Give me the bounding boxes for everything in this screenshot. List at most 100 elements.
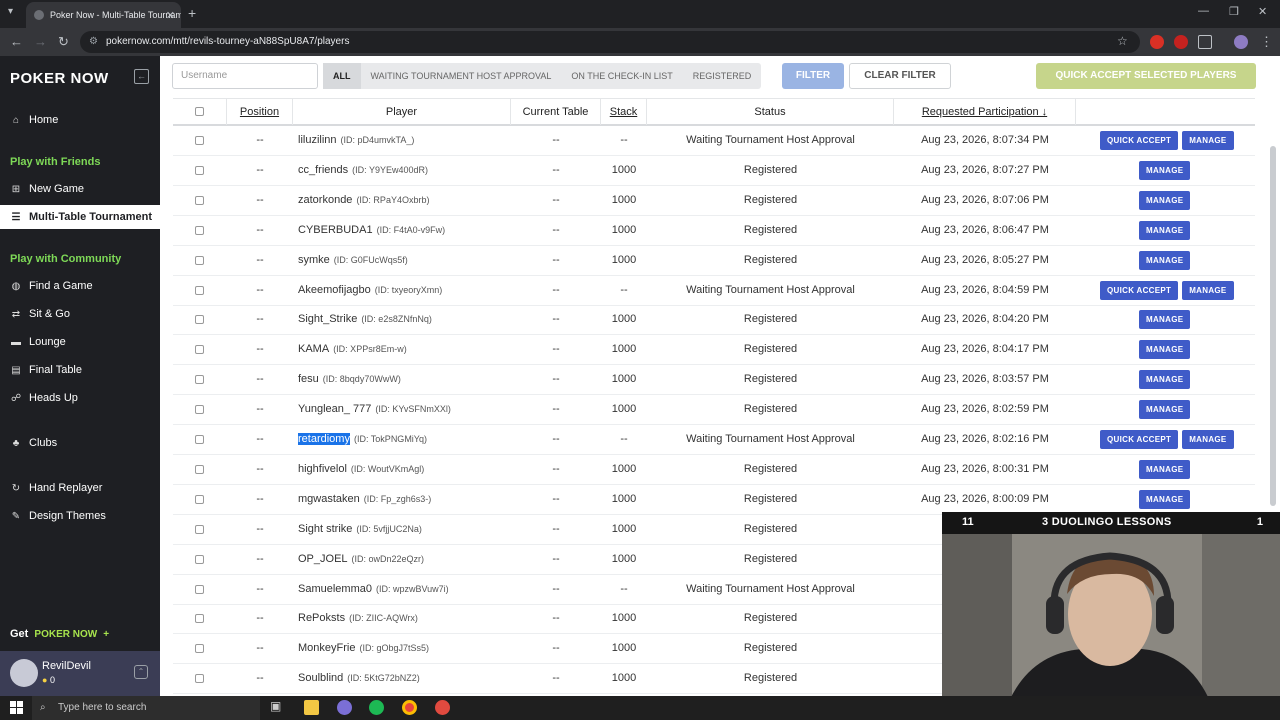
row-select-checkbox[interactable]: [195, 136, 204, 145]
sidebar-item-design-themes[interactable]: ✎ Design Themes: [0, 504, 160, 528]
windows-start-icon[interactable]: [10, 701, 23, 714]
manage-button[interactable]: MANAGE: [1139, 340, 1191, 360]
column-position[interactable]: Position: [227, 99, 293, 125]
extension-abp-icon[interactable]: [1150, 35, 1164, 49]
row-select-checkbox[interactable]: [195, 405, 204, 415]
row-select-checkbox[interactable]: [195, 644, 204, 654]
reload-icon[interactable]: ↻: [58, 34, 69, 50]
manage-button[interactable]: MANAGE: [1139, 190, 1191, 210]
column-requested[interactable]: Requested Participation ↓: [894, 99, 1076, 125]
sidebar-item-sit-go[interactable]: ⇄ Sit & Go: [0, 302, 160, 326]
sidebar-item-new-game[interactable]: ⊞ New Game: [0, 177, 160, 201]
user-panel[interactable]: RevilDevil ● 0 ⌃: [0, 651, 160, 696]
row-actions: MANAGE: [1139, 340, 1191, 360]
site-info-icon[interactable]: ⚙: [89, 31, 98, 53]
back-icon[interactable]: ←: [10, 34, 23, 49]
restore-icon[interactable]: ❐: [1229, 5, 1239, 18]
forward-icon[interactable]: →: [34, 34, 47, 49]
manage-button[interactable]: MANAGE: [1139, 489, 1191, 509]
spotify-icon[interactable]: [369, 700, 384, 715]
cell-player: KAMA (ID: XPPsr8Em-w): [298, 335, 511, 364]
row-select-checkbox[interactable]: [195, 614, 204, 624]
collapse-sidebar-icon[interactable]: ←: [134, 69, 149, 84]
url-field[interactable]: ⚙ pokernow.com/mtt/revils-tourney-aN88Sp…: [80, 31, 1140, 53]
row-select-checkbox[interactable]: [195, 435, 204, 444]
sidebar-item-mtt[interactable]: ☰ Multi-Table Tournament: [0, 205, 160, 229]
manage-button[interactable]: MANAGE: [1182, 430, 1234, 449]
extensions-icon[interactable]: [1198, 35, 1212, 49]
sidebar-item-lounge[interactable]: ▬ Lounge: [0, 330, 160, 354]
cell-table: --: [552, 582, 560, 595]
row-select-checkbox[interactable]: [195, 375, 204, 385]
player-name: Sight strike: [298, 522, 353, 535]
close-window-icon[interactable]: ✕: [1258, 5, 1267, 18]
quick-accept-selected-button[interactable]: QUICK ACCEPT SELECTED PLAYERS: [1036, 63, 1256, 89]
manage-button[interactable]: MANAGE: [1139, 370, 1191, 390]
browser-tab[interactable]: Poker Now - Multi-Table Tournament ✕: [26, 2, 181, 28]
manage-button[interactable]: MANAGE: [1182, 280, 1234, 300]
extension-red-icon[interactable]: [1174, 35, 1188, 49]
username-search-input[interactable]: Username: [172, 63, 318, 89]
bookmark-star-icon[interactable]: ☆: [1117, 34, 1128, 48]
filter-tab-registered[interactable]: REGISTERED: [683, 63, 762, 89]
close-tab-icon[interactable]: ✕: [166, 9, 175, 22]
row-select-checkbox[interactable]: [195, 315, 204, 325]
row-select-checkbox[interactable]: [195, 255, 204, 265]
cell-status: Registered: [743, 223, 798, 236]
row-select-checkbox[interactable]: [195, 584, 204, 594]
manage-button[interactable]: MANAGE: [1139, 310, 1191, 330]
manage-button[interactable]: MANAGE: [1139, 220, 1191, 240]
sidebar-item-clubs[interactable]: ♣ Clubs: [0, 431, 160, 455]
username: RevilDevil: [42, 660, 91, 672]
app-red-icon[interactable]: [435, 700, 450, 715]
get-pokernow-plus[interactable]: Get POKER NOW +: [10, 628, 109, 640]
filter-tab-all[interactable]: ALL: [323, 63, 361, 89]
filter-tab-waiting[interactable]: WAITING TOURNAMENT HOST APPROVAL: [361, 63, 562, 89]
row-select-checkbox[interactable]: [195, 674, 204, 684]
row-select-checkbox[interactable]: [195, 225, 204, 235]
tab-search-icon[interactable]: ▾: [8, 6, 13, 17]
row-select-checkbox[interactable]: [195, 494, 204, 504]
chrome-icon[interactable]: [402, 700, 417, 715]
expand-user-icon[interactable]: ⌃: [134, 665, 148, 679]
manage-button[interactable]: MANAGE: [1139, 250, 1191, 270]
row-select-checkbox[interactable]: [195, 524, 204, 534]
filter-button[interactable]: FILTER: [782, 63, 844, 89]
taskbar-search[interactable]: ⌕ Type here to search: [32, 696, 260, 720]
sidebar-item-home[interactable]: ⌂ Home: [0, 108, 160, 132]
select-all-checkbox[interactable]: [195, 107, 204, 116]
pokernow-logo[interactable]: POKER NOW: [10, 70, 109, 87]
player-id: (ID: 8bqdy70WwW): [322, 374, 401, 385]
browser-menu-icon[interactable]: ⋮: [1260, 34, 1273, 50]
cell-table: --: [552, 672, 560, 685]
quick-accept-button[interactable]: QUICK ACCEPT: [1100, 430, 1179, 449]
row-select-checkbox[interactable]: [195, 165, 204, 175]
new-tab-icon[interactable]: +: [188, 5, 196, 21]
sidebar-item-find-game[interactable]: ◍ Find a Game: [0, 274, 160, 298]
row-select-checkbox[interactable]: [195, 195, 204, 205]
manage-button[interactable]: MANAGE: [1139, 400, 1191, 420]
sidebar-item-final-table[interactable]: ▤ Final Table: [0, 358, 160, 382]
clear-filter-button[interactable]: CLEAR FILTER: [849, 63, 951, 89]
page-scrollbar[interactable]: [1270, 146, 1276, 506]
task-view-icon[interactable]: ▣: [270, 699, 285, 714]
minimize-icon[interactable]: —: [1198, 5, 1209, 17]
app-purple-icon[interactable]: [337, 700, 352, 715]
address-bar-row: ← → ↻ ⚙ pokernow.com/mtt/revils-tourney-…: [0, 28, 1280, 56]
quick-accept-button[interactable]: QUICK ACCEPT: [1100, 280, 1179, 300]
manage-button[interactable]: MANAGE: [1139, 459, 1191, 479]
row-select-checkbox[interactable]: [195, 285, 204, 295]
filter-tab-check-in[interactable]: ON THE CHECK-IN LIST: [561, 63, 682, 89]
file-explorer-icon[interactable]: [304, 700, 319, 715]
quick-accept-button[interactable]: QUICK ACCEPT: [1100, 131, 1179, 150]
row-select-checkbox[interactable]: [195, 345, 204, 355]
coin-count: 0: [49, 675, 55, 685]
sidebar-item-hand-replayer[interactable]: ↻ Hand Replayer: [0, 476, 160, 500]
sidebar-item-heads-up[interactable]: ☍ Heads Up: [0, 386, 160, 410]
column-stack[interactable]: Stack: [601, 99, 647, 125]
manage-button[interactable]: MANAGE: [1182, 131, 1234, 150]
manage-button[interactable]: MANAGE: [1139, 160, 1191, 180]
row-select-checkbox[interactable]: [195, 554, 204, 564]
profile-icon[interactable]: [1234, 35, 1248, 49]
row-select-checkbox[interactable]: [195, 464, 204, 474]
